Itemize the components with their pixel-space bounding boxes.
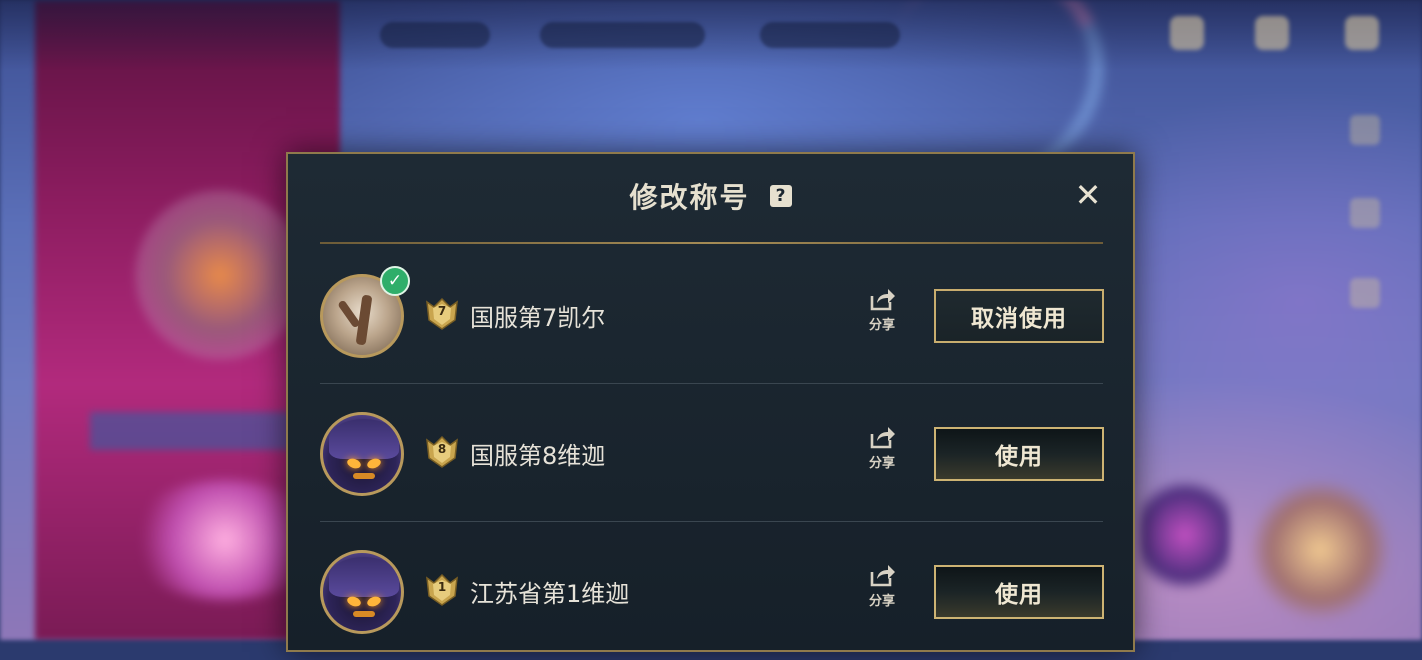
share-icon xyxy=(870,427,895,449)
top-bar xyxy=(0,0,1422,70)
rank-badge-icon: 1 xyxy=(424,572,460,608)
edit-title-dialog: 修改称号 ? ✕ ✓ 7 国服第7凯尔 分享 取消使用 8 国服第8维迦 分享 … xyxy=(286,152,1135,652)
title-row: ✓ 7 国服第7凯尔 分享 取消使用 xyxy=(320,246,1104,384)
share-button[interactable]: 分享 xyxy=(860,286,904,333)
side-icon-3[interactable] xyxy=(1350,278,1380,308)
share-button[interactable]: 分享 xyxy=(860,424,904,471)
use-button[interactable]: 使用 xyxy=(934,565,1104,619)
dialog-title: 修改称号 xyxy=(629,181,750,214)
cancel-use-button[interactable]: 取消使用 xyxy=(934,289,1104,343)
share-label: 分享 xyxy=(868,318,895,333)
veigar-icon xyxy=(320,550,404,634)
event-card xyxy=(1140,480,1230,590)
title-name: 国服第7凯尔 xyxy=(470,304,606,332)
help-icon[interactable]: ? xyxy=(769,185,792,207)
trophy-emblem xyxy=(1250,480,1390,620)
close-icon[interactable]: ✕ xyxy=(1073,179,1103,211)
top-pill-2[interactable] xyxy=(540,22,705,48)
top-pill-3[interactable] xyxy=(760,22,900,48)
selected-check-icon: ✓ xyxy=(380,266,410,296)
title-row: 8 国服第8维迦 分享 使用 xyxy=(320,384,1104,522)
veigar-icon xyxy=(320,412,404,496)
top-pill-1[interactable] xyxy=(380,22,490,48)
mail-icon[interactable] xyxy=(1255,16,1289,50)
title-row: 1 江苏省第1维迦 分享 使用 xyxy=(320,522,1104,660)
header-divider xyxy=(320,242,1103,244)
title-name: 江苏省第1维迦 xyxy=(470,580,630,608)
share-label: 分享 xyxy=(868,594,895,609)
bag-icon[interactable] xyxy=(1170,16,1204,50)
dialog-header: 修改称号 ? xyxy=(288,176,1133,216)
settings-icon[interactable] xyxy=(1345,16,1379,50)
side-icon-1[interactable] xyxy=(1350,115,1380,145)
share-button[interactable]: 分享 xyxy=(860,562,904,609)
rank-badge-icon: 7 xyxy=(424,296,460,332)
side-icon-2[interactable] xyxy=(1350,198,1380,228)
rank-emblem xyxy=(135,190,305,360)
rank-badge-icon: 8 xyxy=(424,434,460,470)
share-icon xyxy=(870,565,895,587)
title-name: 国服第8维迦 xyxy=(470,442,606,470)
share-icon xyxy=(870,289,895,311)
use-button[interactable]: 使用 xyxy=(934,427,1104,481)
share-label: 分享 xyxy=(868,456,895,471)
